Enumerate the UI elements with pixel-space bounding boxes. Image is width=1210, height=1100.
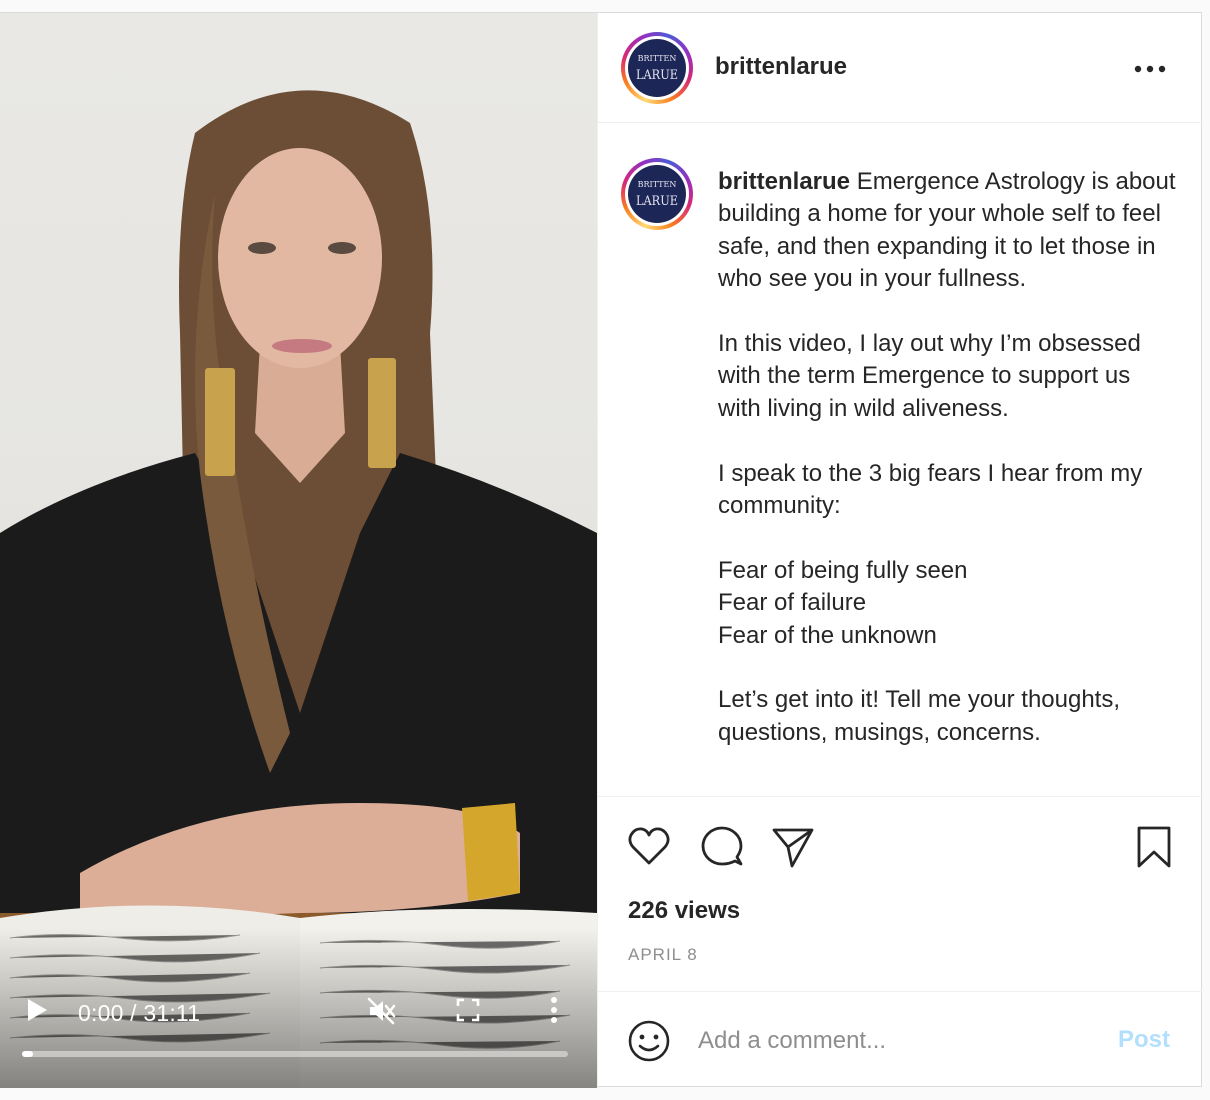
more-horizontal-icon[interactable] xyxy=(1134,65,1166,73)
play-icon[interactable] xyxy=(26,998,48,1022)
post-sidebar: BRITTEN LARUE brittenlarue BRITTEN LARUE… xyxy=(597,13,1202,1088)
bookmark-icon[interactable] xyxy=(1132,825,1176,869)
post-date[interactable]: APRIL 8 xyxy=(628,945,698,965)
caption-paragraph: I speak to the 3 big fears I hear from m… xyxy=(718,459,1143,520)
share-icon[interactable] xyxy=(771,825,815,869)
video-controls: 0:00 / 31:11 xyxy=(0,978,597,1088)
video-frame xyxy=(0,90,597,1088)
svg-text:BRITTEN: BRITTEN xyxy=(638,180,677,189)
post-username[interactable]: brittenlarue xyxy=(715,53,847,81)
avatar[interactable]: BRITTEN LARUE xyxy=(621,32,693,104)
comment-icon[interactable] xyxy=(699,825,743,869)
caption-line: Fear of the unknown xyxy=(718,621,937,649)
post-comment-button[interactable]: Post xyxy=(1118,1026,1170,1054)
more-vertical-icon[interactable] xyxy=(549,996,559,1024)
video-player[interactable]: 0:00 / 31:11 xyxy=(0,13,597,1088)
comment-input[interactable] xyxy=(698,1021,1098,1061)
video-progress-bar[interactable] xyxy=(22,1051,568,1057)
caption-line: Fear of failure xyxy=(718,589,867,617)
caption-username[interactable]: brittenlarue xyxy=(718,168,850,195)
mute-icon[interactable] xyxy=(366,996,396,1026)
brand-logo: BRITTEN LARUE xyxy=(636,54,678,83)
caption-paragraph: Let’s get into it! Tell me your thoughts… xyxy=(718,686,1121,746)
svg-text:BRITTEN: BRITTEN xyxy=(638,54,677,63)
caption-avatar[interactable]: BRITTEN LARUE xyxy=(621,158,693,230)
caption-paragraph: In this video, I lay out why I’m obsesse… xyxy=(718,330,1141,422)
post-actions: 226 views APRIL 8 xyxy=(598,796,1202,992)
caption-line: Fear of being fully seen xyxy=(718,556,968,584)
comment-bar: Post xyxy=(598,993,1202,1088)
instagram-post: 0:00 / 31:11 BRITTEN LARUE brittenlarue … xyxy=(0,12,1202,1088)
brand-logo: BRITTEN LARUE xyxy=(636,180,678,209)
view-count[interactable]: 226 views xyxy=(628,897,740,925)
post-header: BRITTEN LARUE brittenlarue xyxy=(598,13,1202,123)
video-time: 0:00 / 31:11 xyxy=(78,1000,201,1026)
post-caption: brittenlarue Emergence Astrology is abou… xyxy=(718,166,1178,749)
svg-text:LARUE: LARUE xyxy=(636,68,678,83)
svg-text:LARUE: LARUE xyxy=(636,194,678,209)
emoji-icon[interactable] xyxy=(627,1019,671,1063)
heart-icon[interactable] xyxy=(627,825,671,869)
caption-section: BRITTEN LARUE brittenlarue Emergence Ast… xyxy=(598,124,1202,797)
video-progress-fill xyxy=(22,1051,33,1057)
fullscreen-icon[interactable] xyxy=(456,998,480,1022)
